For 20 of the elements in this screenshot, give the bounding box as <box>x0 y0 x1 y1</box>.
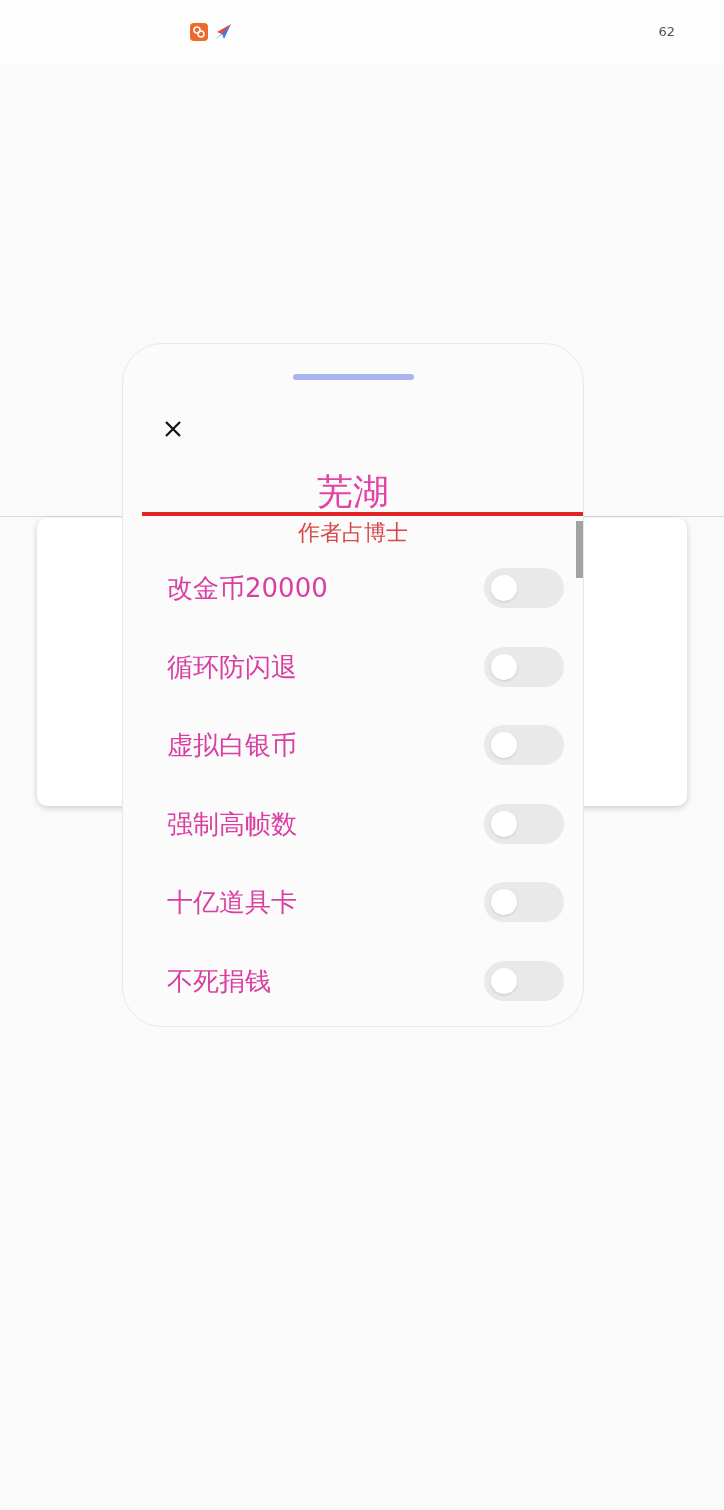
close-button[interactable] <box>163 419 183 439</box>
toggle-switch[interactable] <box>484 568 564 609</box>
close-icon <box>165 421 181 437</box>
toggle-switch[interactable] <box>484 882 564 923</box>
toggle-switch[interactable] <box>484 960 564 1001</box>
option-label: 不死捐钱 <box>167 964 271 997</box>
author-subtitle: 作者占博士 <box>298 520 408 546</box>
option-label: 十亿道具卡 <box>167 886 297 919</box>
toggle-switch[interactable] <box>484 646 564 687</box>
dialog-title: 芜湖 <box>317 472 389 512</box>
option-label: 强制高帧数 <box>167 807 297 840</box>
scrollbar-thumb[interactable] <box>576 521 583 578</box>
toggle-switch[interactable] <box>484 803 564 844</box>
option-label: 改金币20000 <box>167 572 328 605</box>
option-label: 虚拟白银币 <box>167 729 297 762</box>
battery-level: 62 <box>658 23 675 42</box>
option-label: 循环防闪退 <box>167 650 297 683</box>
toggle-switch[interactable] <box>484 725 564 766</box>
app-icon <box>190 23 208 41</box>
drag-handle[interactable] <box>292 374 414 380</box>
